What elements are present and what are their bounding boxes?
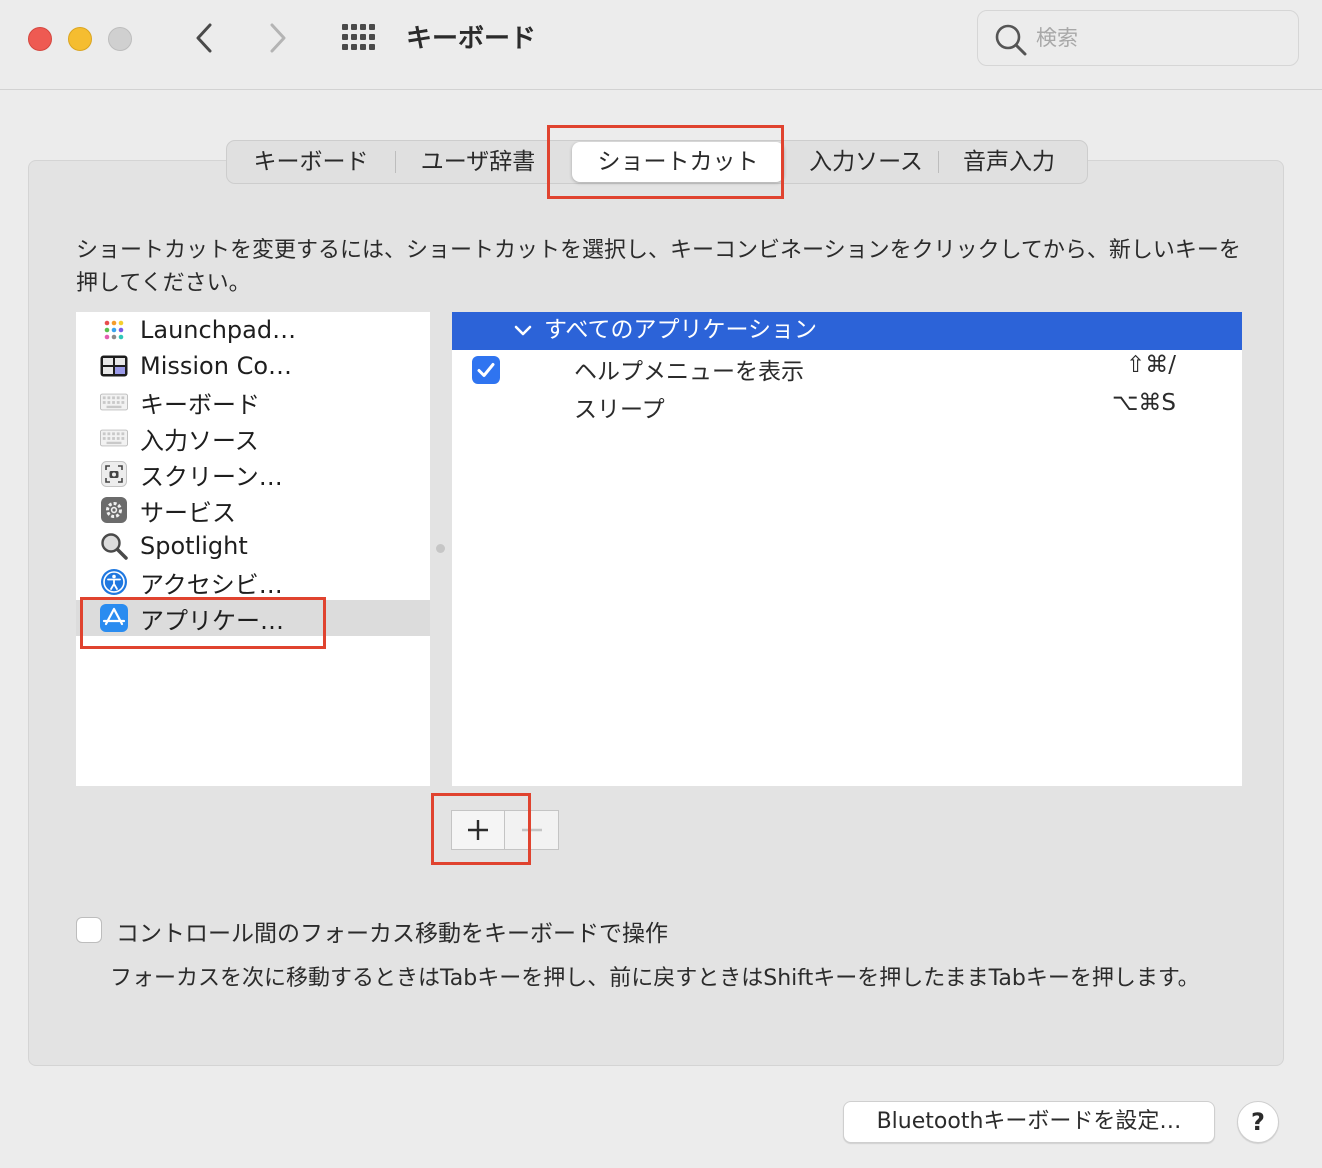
window-title: キーボード (406, 24, 537, 54)
tab-user-dictionary[interactable]: ユーザ辞書 (396, 142, 560, 182)
magnifier-icon (100, 532, 128, 560)
shortcut-label: スリープ (574, 397, 665, 423)
category-input-sources[interactable]: 入力ソース (76, 420, 430, 456)
close-button[interactable] (28, 27, 52, 51)
category-spotlight[interactable]: Spotlight (76, 528, 430, 564)
forward-button[interactable] (260, 20, 296, 56)
category-label: スクリーン… (140, 462, 283, 491)
category-label: アクセシビ… (140, 570, 283, 599)
category-accessibility[interactable]: アクセシビ… (76, 564, 430, 600)
category-keyboard[interactable]: キーボード (76, 384, 430, 420)
accessibility-icon (100, 568, 128, 596)
keyboard-icon (100, 424, 128, 452)
add-remove-control (451, 810, 559, 850)
instructions-text: ショートカットを変更するには、ショートカットを選択し、キーコンビネーションをクリ… (76, 238, 1241, 296)
shortcut-list[interactable]: すべてのアプリケーション ヘルプメニューを表示 ⇧⌘/ スリープ ⌥⌘S (452, 312, 1242, 786)
category-label: 入力ソース (140, 426, 259, 455)
shortcut-group-label: すべてのアプリケーション (544, 317, 818, 343)
mission-control-icon (100, 352, 128, 380)
chevron-right-icon (270, 23, 286, 53)
gear-icon (100, 496, 128, 524)
split-view-divider[interactable] (436, 544, 445, 553)
category-label: キーボード (140, 390, 260, 419)
shortcut-enabled-checkbox[interactable] (472, 356, 500, 384)
category-app-shortcuts[interactable]: アプリケー… (76, 600, 430, 636)
shortcut-label: ヘルプメニューを表示 (574, 359, 804, 385)
chevron-down-icon[interactable] (514, 316, 532, 344)
grid-icon (342, 24, 375, 50)
search-input[interactable] (1036, 21, 1286, 55)
screenshot-icon (100, 460, 128, 488)
setup-bluetooth-keyboard-button[interactable]: Bluetoothキーボードを設定… (843, 1101, 1215, 1143)
category-label: サービス (140, 498, 236, 527)
chevron-left-icon (196, 23, 212, 53)
shortcut-keys[interactable]: ⌥⌘S (1112, 390, 1176, 416)
search-icon (995, 24, 1027, 56)
launchpad-icon (100, 316, 128, 344)
show-all-button[interactable] (340, 22, 378, 52)
category-mission-control[interactable]: Mission Co… (76, 348, 430, 384)
category-label: アプリケー… (140, 606, 284, 635)
tab-bar: キーボード ユーザ辞書 ショートカット 入力ソース 音声入力 (226, 140, 1088, 184)
search-field[interactable] (977, 10, 1299, 66)
tab-input-sources[interactable]: 入力ソース (794, 142, 938, 182)
keyboard-navigation-checkbox[interactable] (76, 917, 102, 943)
shortcut-row[interactable]: ヘルプメニューを表示 ⇧⌘/ (452, 350, 1242, 388)
add-shortcut-button[interactable] (452, 811, 506, 849)
category-launchpad[interactable]: Launchpad… (76, 312, 430, 348)
category-label: Spotlight (140, 532, 248, 560)
back-button[interactable] (186, 20, 222, 56)
tab-keyboard[interactable]: キーボード (227, 142, 395, 182)
minus-icon (521, 828, 542, 832)
minimize-button[interactable] (68, 27, 92, 51)
keyboard-icon (100, 388, 128, 416)
zoom-button[interactable] (108, 27, 132, 51)
category-label: Mission Co… (140, 352, 293, 380)
category-screenshots[interactable]: スクリーン… (76, 456, 430, 492)
keyboard-navigation-description: フォーカスを次に移動するときはTabキーを押し、前に戻すときはShiftキーを押… (110, 966, 1200, 991)
category-list[interactable]: Launchpad… Mission Co… キーボード 入力ソース スクリーン… (76, 312, 430, 786)
plus-icon (468, 820, 488, 840)
checkmark-icon (477, 363, 495, 377)
category-services[interactable]: サービス (76, 492, 430, 528)
remove-shortcut-button[interactable] (505, 811, 558, 849)
tab-dictation[interactable]: 音声入力 (939, 142, 1079, 182)
tab-shortcuts[interactable]: ショートカット (572, 142, 784, 182)
category-label: Launchpad… (140, 316, 297, 344)
title-bar: キーボード (0, 0, 1322, 90)
shortcut-keys[interactable]: ⇧⌘/ (1126, 352, 1176, 378)
shortcut-group-row[interactable]: すべてのアプリケーション (452, 312, 1242, 350)
help-button[interactable]: ? (1237, 1101, 1279, 1143)
app-store-icon (100, 604, 128, 632)
keyboard-navigation-label[interactable]: コントロール間のフォーカス移動をキーボードで操作 (116, 914, 668, 948)
shortcut-row[interactable]: スリープ ⌥⌘S (452, 388, 1242, 426)
